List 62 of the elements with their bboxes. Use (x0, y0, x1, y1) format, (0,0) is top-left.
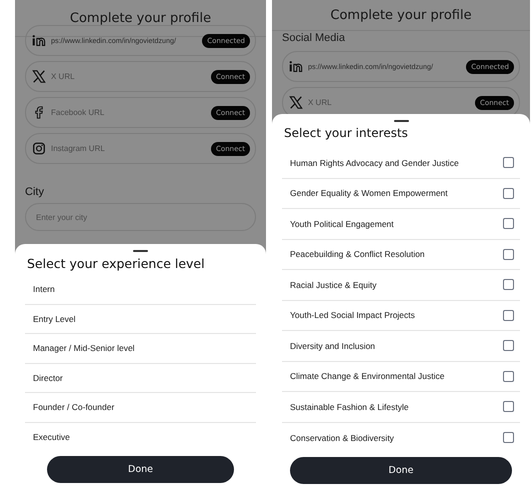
option-row[interactable]: Youth-Led Social Impact Projects (282, 300, 520, 331)
url-placeholder: X URL (308, 98, 333, 107)
option-row[interactable]: Conservation & Biodiversity (282, 422, 520, 453)
checkbox[interactable] (503, 401, 514, 412)
option-label: Climate Change & Environmental Justice (290, 371, 444, 382)
option-label: Intern (33, 284, 55, 294)
checkbox[interactable] (503, 218, 514, 230)
option-row[interactable]: Intern (25, 275, 256, 304)
done-button[interactable]: Done (47, 456, 234, 483)
option-label: Manager / Mid-Senior level (33, 343, 135, 354)
option-label: Human Rights Advocacy and Gender Justice (290, 158, 459, 168)
url-placeholder: Instagram URL (51, 144, 106, 153)
checkbox[interactable] (503, 279, 514, 290)
option-row[interactable]: Human Rights Advocacy and Gender Justice (282, 148, 520, 178)
option-label: Sustainable Fashion & Lifestyle (290, 402, 409, 412)
checkbox[interactable] (503, 248, 514, 260)
option-row[interactable]: Gender Equality & Women Empowerment (282, 178, 520, 209)
drag-handle[interactable] (133, 250, 148, 252)
option-label: Youth-Led Social Impact Projects (290, 310, 415, 320)
option-label: Diversity and Inclusion (290, 340, 376, 351)
city-label: City (25, 186, 45, 198)
option-row[interactable]: Founder / Co-founder (25, 393, 256, 422)
done-button[interactable]: Done (290, 457, 512, 484)
x-letter-icon (32, 70, 46, 83)
option-label: Director (33, 372, 63, 383)
option-row[interactable]: Sustainable Fashion & Lifestyle (282, 392, 520, 422)
screen-title: Complete your profile (330, 8, 472, 22)
url-placeholder: X URL (51, 72, 76, 81)
option-row[interactable]: Executive (25, 422, 256, 452)
option-label: Peacebuilding & Conflict Resolution (290, 249, 425, 260)
option-row[interactable]: Diversity and Inclusion (282, 331, 520, 362)
option-label: Conservation & Biodiversity (290, 432, 394, 443)
checkbox[interactable] (503, 370, 514, 382)
sheet-title: Select your experience level (27, 256, 206, 271)
url-placeholder: Facebook URL (51, 108, 106, 117)
section-label: Social Media (282, 32, 346, 44)
x-letter-icon (289, 96, 303, 109)
option-label: Racial Justice & Equity (290, 280, 376, 290)
option-label: Youth Political Engagement (290, 218, 394, 229)
checkbox[interactable] (503, 188, 514, 199)
checkbox[interactable] (503, 310, 514, 321)
checkbox[interactable] (503, 432, 514, 444)
letter-in-icon (289, 60, 303, 73)
option-label: Gender Equality & Women Empowerment (290, 188, 448, 198)
checkbox[interactable] (503, 157, 514, 168)
option-row[interactable]: Entry Level (25, 304, 256, 334)
option-row[interactable]: Peacebuilding & Conflict Resolution (282, 240, 520, 270)
sheet-title: Select your interests (284, 126, 409, 140)
drag-handle[interactable] (394, 120, 408, 122)
option-row[interactable]: Director (25, 364, 256, 393)
screen-title: Complete your profile (70, 10, 212, 26)
option-label: Executive (33, 432, 70, 442)
option-row[interactable]: Climate Change & Environmental Justice (282, 362, 520, 392)
camera-icon (32, 142, 46, 155)
option-row[interactable]: Racial Justice & Equity (282, 270, 520, 300)
option-row[interactable]: Manager / Mid-Senior level (25, 334, 256, 364)
letter-in-icon (32, 34, 46, 47)
option-row[interactable]: Youth Political Engagement (282, 209, 520, 240)
checkbox[interactable] (503, 340, 514, 352)
option-label: Entry Level (33, 314, 76, 324)
option-label: Founder / Co-founder (33, 402, 114, 412)
city-input-field[interactable]: Enter your city (25, 203, 256, 231)
